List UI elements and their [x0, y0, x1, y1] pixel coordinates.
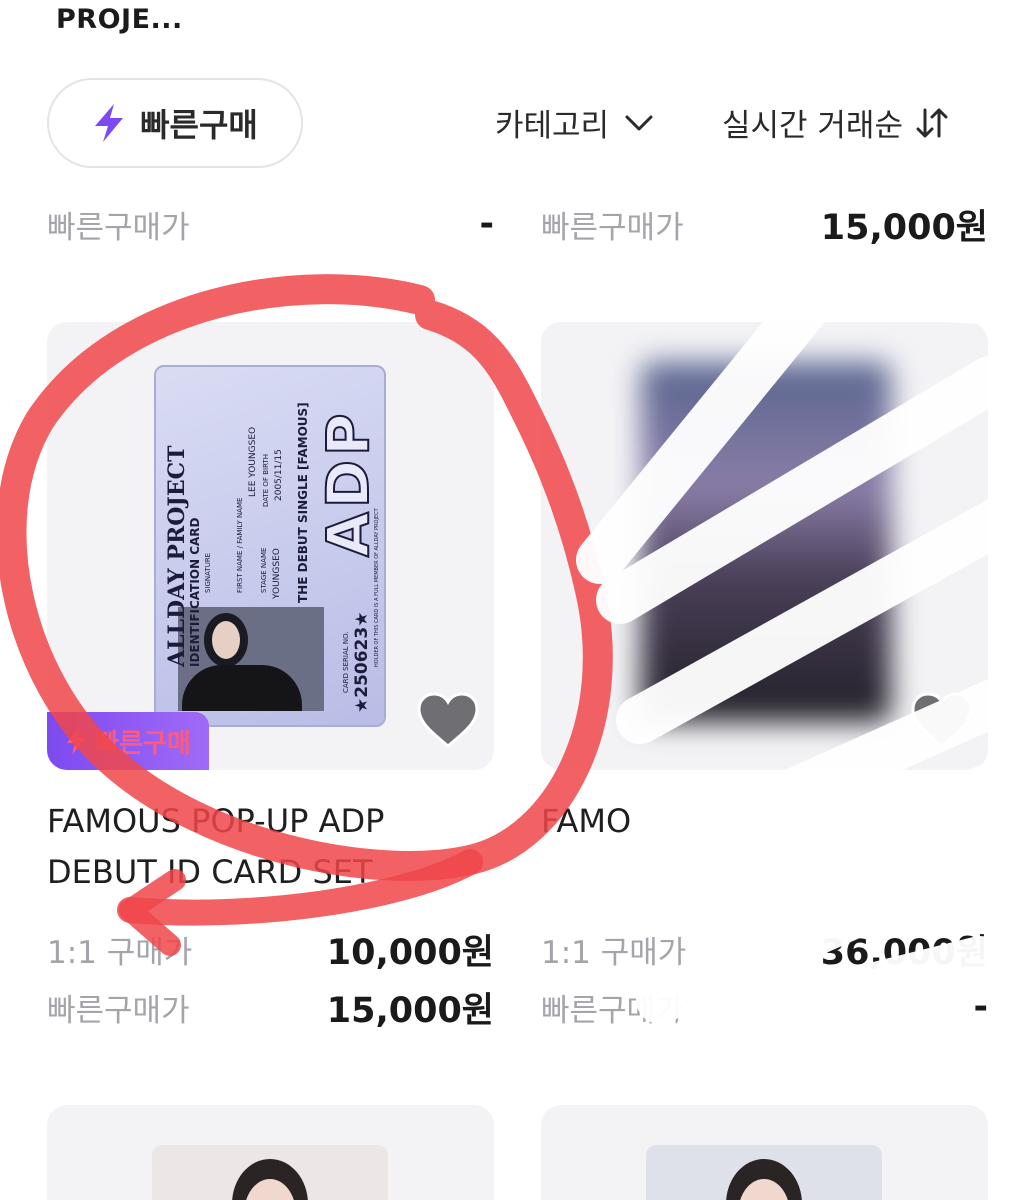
quick-buy-label: 빠른구매	[140, 106, 258, 144]
id-card-image: ALLDAY PROJECT IDENTIFICATION CARD SIGNA…	[154, 365, 386, 727]
first-name-value: LEE YOUNGSEO	[248, 426, 258, 497]
field-signature: SIGNATURE	[204, 552, 212, 593]
product-title-line: FAMO	[541, 802, 632, 840]
price-row: 1:1 구매가 10,000원	[47, 925, 494, 973]
one-to-one-price-label: 1:1 구매가	[541, 934, 687, 971]
quick-price-label: 빠른구매가	[541, 992, 684, 1029]
price-row: 빠른구매가 -	[541, 983, 988, 1031]
product-title-line: FAMOUS POP-UP ADP	[47, 802, 385, 840]
product-thumbnail[interactable]: ALLDAY PROJECT IDENTIFICATION CARD SIGNA…	[47, 322, 494, 770]
price-row: 빠른구매가 15,000원	[47, 983, 494, 1031]
price-row: 빠른구매가 -	[47, 200, 494, 248]
one-to-one-price-value: 10,000원	[326, 932, 494, 973]
chevron-down-icon	[623, 112, 655, 134]
category-label: 카테고리	[495, 108, 610, 144]
page-title: PROJE...	[56, 4, 183, 35]
field-first-name: FIRST NAME / FAMILY NAME	[236, 497, 244, 593]
product-thumbnail[interactable]	[47, 1105, 494, 1200]
quick-price-value: -	[973, 987, 988, 1027]
quick-price-label: 빠른구매가	[47, 992, 190, 1029]
quick-price-value: 15,000원	[820, 207, 988, 248]
category-dropdown[interactable]: 카테고리	[495, 100, 655, 145]
heart-icon[interactable]	[417, 692, 479, 748]
quick-price-value: -	[479, 204, 494, 244]
product-title[interactable]: FAMOUS POP-UP ADP DEBUT ID CARD SET	[47, 796, 494, 898]
card-title: IDENTIFICATION CARD	[188, 517, 202, 667]
product-thumbnail[interactable]	[541, 322, 988, 770]
holder-note: HOLDER OF THIS CARD IS A FULL MEMBER OF …	[374, 508, 380, 667]
product-image	[152, 1145, 388, 1200]
sort-dropdown[interactable]: 실시간 거래순	[722, 100, 949, 145]
blurred-photo	[641, 362, 891, 722]
quick-price-label: 빠른구매가	[47, 209, 190, 246]
product-thumbnail[interactable]	[541, 1105, 988, 1200]
sort-label: 실시간 거래순	[722, 108, 903, 144]
field-stage-name: STAGE NAME	[260, 547, 268, 593]
product-title[interactable]: FAMO	[541, 796, 988, 847]
quick-buy-filter-button[interactable]: 빠른구매	[47, 78, 303, 168]
field-serial: CARD SERIAL NO.	[342, 631, 350, 693]
quick-price-label: 빠른구매가	[541, 209, 684, 246]
price-row: 1:1 구매가 36,000원	[541, 925, 988, 973]
serial-number: ★250623★	[352, 611, 372, 713]
lightning-bolt-icon	[65, 726, 87, 756]
single-title: THE DEBUT SINGLE [FAMOUS]	[296, 402, 310, 603]
badge-label: 빠른구매	[95, 728, 191, 759]
quick-buy-badge: 빠른구매	[47, 712, 209, 770]
sort-arrows-icon	[915, 106, 949, 140]
one-to-one-price-label: 1:1 구매가	[47, 934, 193, 971]
one-to-one-price-value: 36,000원	[820, 932, 988, 973]
stage-name-value: YOUNGSEO	[272, 548, 282, 599]
lightning-bolt-icon	[92, 103, 126, 143]
product-image	[646, 1145, 882, 1200]
field-dob: DATE OF BIRTH	[262, 454, 270, 507]
quick-price-value: 15,000원	[326, 990, 494, 1031]
price-row: 빠른구매가 15,000원	[541, 200, 988, 248]
adp-logo: ADP	[313, 408, 383, 558]
product-title-line: DEBUT ID CARD SET	[47, 853, 373, 891]
heart-icon[interactable]	[911, 692, 973, 748]
marketplace-screen: PROJE... 빠른구매 카테고리 실시간 거래순 빠른구매가 - 빠른구매가…	[0, 0, 1035, 1200]
card-brand: ALLDAY PROJECT	[164, 445, 190, 667]
dob-value: 2005/11/15	[274, 449, 284, 501]
